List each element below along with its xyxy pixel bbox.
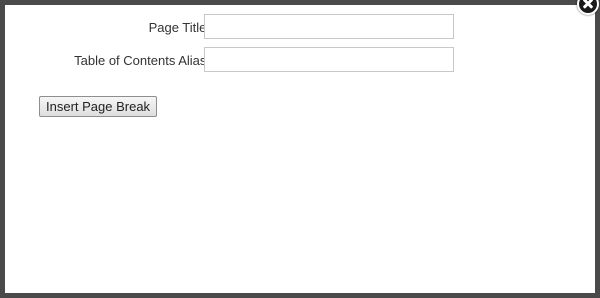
modal-body: Page Title: Table of Contents Alias: Ins… [5, 0, 599, 293]
close-icon [579, 0, 597, 13]
close-button[interactable] [577, 0, 599, 15]
toc-alias-input[interactable] [204, 47, 454, 72]
modal-dialog: Page Title: Table of Contents Alias: Ins… [0, 0, 600, 298]
toc-alias-row: Table of Contents Alias: [5, 47, 465, 73]
toc-alias-label: Table of Contents Alias: [74, 53, 210, 68]
page-title-label: Page Title: [148, 20, 210, 35]
insert-page-break-button[interactable]: Insert Page Break [39, 96, 158, 117]
page-title-row: Page Title: [5, 14, 465, 40]
page-title-input[interactable] [204, 14, 454, 39]
